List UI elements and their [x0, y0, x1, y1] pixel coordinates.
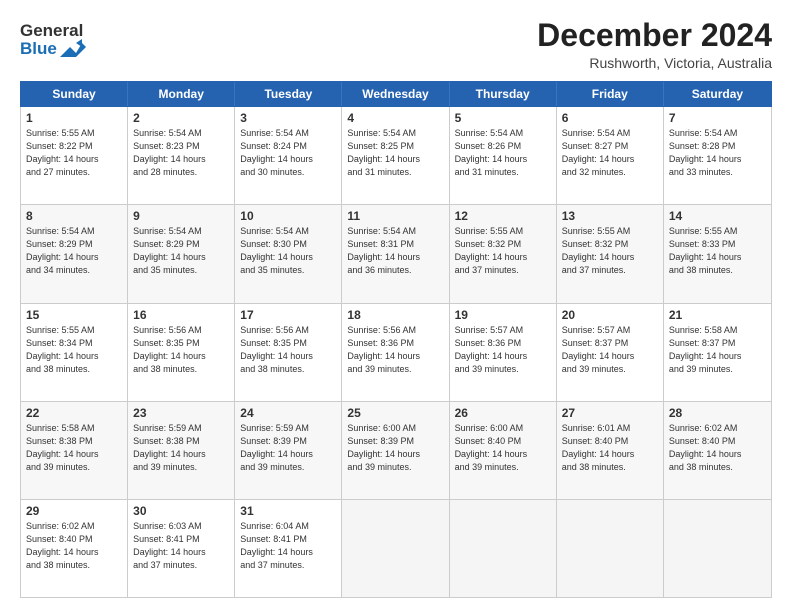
- day-7: 7 Sunrise: 5:54 AMSunset: 8:28 PMDayligh…: [664, 107, 771, 204]
- day-10: 10 Sunrise: 5:54 AMSunset: 8:30 PMDaylig…: [235, 205, 342, 302]
- logo-icon: [60, 39, 86, 57]
- day-28: 28 Sunrise: 6:02 AMSunset: 8:40 PMDaylig…: [664, 402, 771, 499]
- day-14: 14 Sunrise: 5:55 AMSunset: 8:33 PMDaylig…: [664, 205, 771, 302]
- week-1: 1 Sunrise: 5:55 AMSunset: 8:22 PMDayligh…: [21, 107, 771, 205]
- calendar: Sunday Monday Tuesday Wednesday Thursday…: [20, 81, 772, 598]
- empty-cell-1: [342, 500, 449, 597]
- week-3: 15 Sunrise: 5:55 AMSunset: 8:34 PMDaylig…: [21, 304, 771, 402]
- day-24: 24 Sunrise: 5:59 AMSunset: 8:39 PMDaylig…: [235, 402, 342, 499]
- header: General Blue December 2024 Rushworth, Vi…: [20, 18, 772, 71]
- day-3: 3 Sunrise: 5:54 AMSunset: 8:24 PMDayligh…: [235, 107, 342, 204]
- day-22: 22 Sunrise: 5:58 AMSunset: 8:38 PMDaylig…: [21, 402, 128, 499]
- day-11: 11 Sunrise: 5:54 AMSunset: 8:31 PMDaylig…: [342, 205, 449, 302]
- week-4: 22 Sunrise: 5:58 AMSunset: 8:38 PMDaylig…: [21, 402, 771, 500]
- header-saturday: Saturday: [664, 82, 771, 106]
- day-21: 21 Sunrise: 5:58 AMSunset: 8:37 PMDaylig…: [664, 304, 771, 401]
- header-thursday: Thursday: [450, 82, 557, 106]
- day-15: 15 Sunrise: 5:55 AMSunset: 8:34 PMDaylig…: [21, 304, 128, 401]
- day-16: 16 Sunrise: 5:56 AMSunset: 8:35 PMDaylig…: [128, 304, 235, 401]
- day-27: 27 Sunrise: 6:01 AMSunset: 8:40 PMDaylig…: [557, 402, 664, 499]
- day-4: 4 Sunrise: 5:54 AMSunset: 8:25 PMDayligh…: [342, 107, 449, 204]
- logo-general: General: [20, 22, 86, 39]
- week-2: 8 Sunrise: 5:54 AMSunset: 8:29 PMDayligh…: [21, 205, 771, 303]
- header-tuesday: Tuesday: [235, 82, 342, 106]
- day-29: 29 Sunrise: 6:02 AMSunset: 8:40 PMDaylig…: [21, 500, 128, 597]
- logo: General Blue: [20, 22, 86, 57]
- day-13: 13 Sunrise: 5:55 AMSunset: 8:32 PMDaylig…: [557, 205, 664, 302]
- page: General Blue December 2024 Rushworth, Vi…: [0, 0, 792, 612]
- header-monday: Monday: [128, 82, 235, 106]
- empty-cell-3: [557, 500, 664, 597]
- day-30: 30 Sunrise: 6:03 AMSunset: 8:41 PMDaylig…: [128, 500, 235, 597]
- day-23: 23 Sunrise: 5:59 AMSunset: 8:38 PMDaylig…: [128, 402, 235, 499]
- month-title: December 2024: [537, 18, 772, 53]
- day-26: 26 Sunrise: 6:00 AMSunset: 8:40 PMDaylig…: [450, 402, 557, 499]
- day-6: 6 Sunrise: 5:54 AMSunset: 8:27 PMDayligh…: [557, 107, 664, 204]
- day-25: 25 Sunrise: 6:00 AMSunset: 8:39 PMDaylig…: [342, 402, 449, 499]
- empty-cell-2: [450, 500, 557, 597]
- location-title: Rushworth, Victoria, Australia: [537, 55, 772, 71]
- header-sunday: Sunday: [21, 82, 128, 106]
- day-18: 18 Sunrise: 5:56 AMSunset: 8:36 PMDaylig…: [342, 304, 449, 401]
- day-2: 2 Sunrise: 5:54 AMSunset: 8:23 PMDayligh…: [128, 107, 235, 204]
- calendar-header: Sunday Monday Tuesday Wednesday Thursday…: [20, 81, 772, 107]
- day-5: 5 Sunrise: 5:54 AMSunset: 8:26 PMDayligh…: [450, 107, 557, 204]
- day-31: 31 Sunrise: 6:04 AMSunset: 8:41 PMDaylig…: [235, 500, 342, 597]
- header-wednesday: Wednesday: [342, 82, 449, 106]
- week-5: 29 Sunrise: 6:02 AMSunset: 8:40 PMDaylig…: [21, 500, 771, 597]
- day-1: 1 Sunrise: 5:55 AMSunset: 8:22 PMDayligh…: [21, 107, 128, 204]
- day-20: 20 Sunrise: 5:57 AMSunset: 8:37 PMDaylig…: [557, 304, 664, 401]
- header-friday: Friday: [557, 82, 664, 106]
- title-block: December 2024 Rushworth, Victoria, Austr…: [537, 18, 772, 71]
- day-17: 17 Sunrise: 5:56 AMSunset: 8:35 PMDaylig…: [235, 304, 342, 401]
- day-19: 19 Sunrise: 5:57 AMSunset: 8:36 PMDaylig…: [450, 304, 557, 401]
- day-9: 9 Sunrise: 5:54 AMSunset: 8:29 PMDayligh…: [128, 205, 235, 302]
- day-12: 12 Sunrise: 5:55 AMSunset: 8:32 PMDaylig…: [450, 205, 557, 302]
- logo-blue: Blue: [20, 40, 57, 57]
- empty-cell-4: [664, 500, 771, 597]
- calendar-body: 1 Sunrise: 5:55 AMSunset: 8:22 PMDayligh…: [20, 107, 772, 598]
- day-8: 8 Sunrise: 5:54 AMSunset: 8:29 PMDayligh…: [21, 205, 128, 302]
